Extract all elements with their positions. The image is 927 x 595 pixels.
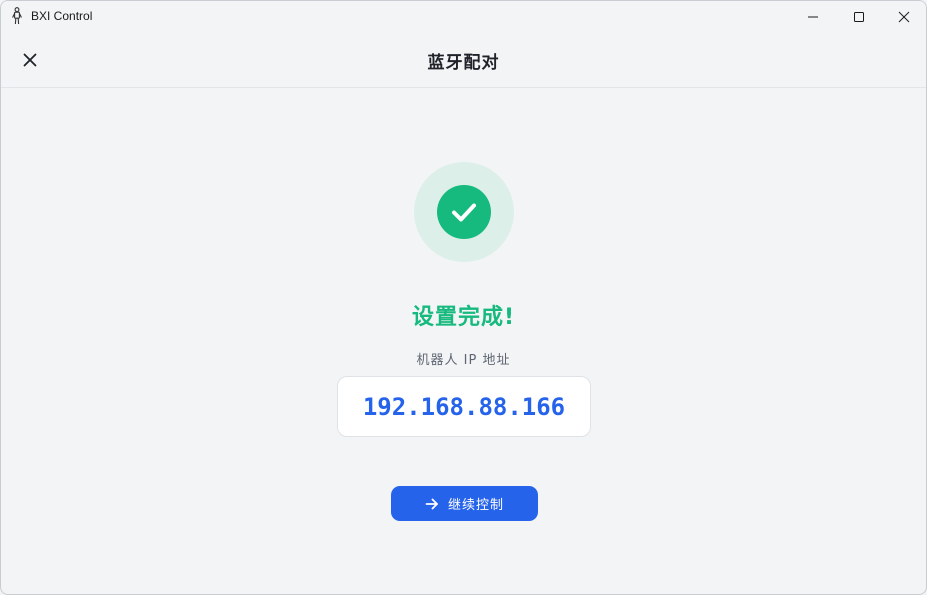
window-titlebar[interactable]: BXI Control: [1, 1, 926, 32]
arrow-right-icon: [425, 498, 438, 509]
ip-address-label: 机器人 IP 地址: [416, 353, 511, 368]
continue-control-label: 继续控制: [447, 498, 504, 513]
window-title: BXI Control: [31, 9, 93, 23]
minimize-button[interactable]: [790, 1, 836, 32]
maximize-button[interactable]: [836, 1, 882, 32]
minimize-icon: [808, 16, 818, 17]
app-window: BXI Control 蓝牙配对 设置完成! 机器人 IP 地址 192.168…: [0, 0, 927, 595]
window-close-button[interactable]: [881, 1, 926, 32]
page-title: 蓝牙配对: [427, 53, 500, 73]
check-circle-icon: [437, 185, 491, 239]
ip-address-value: 192.168.88.166: [362, 392, 566, 421]
continue-control-button[interactable]: 继续控制: [391, 486, 538, 521]
maximize-icon: [854, 11, 864, 22]
page-header: 蓝牙配对: [1, 32, 926, 88]
robot-figure-icon: [12, 7, 22, 25]
success-title: 设置完成!: [411, 305, 516, 330]
ip-address-card: 192.168.88.166: [337, 376, 591, 437]
close-icon: [898, 11, 910, 22]
